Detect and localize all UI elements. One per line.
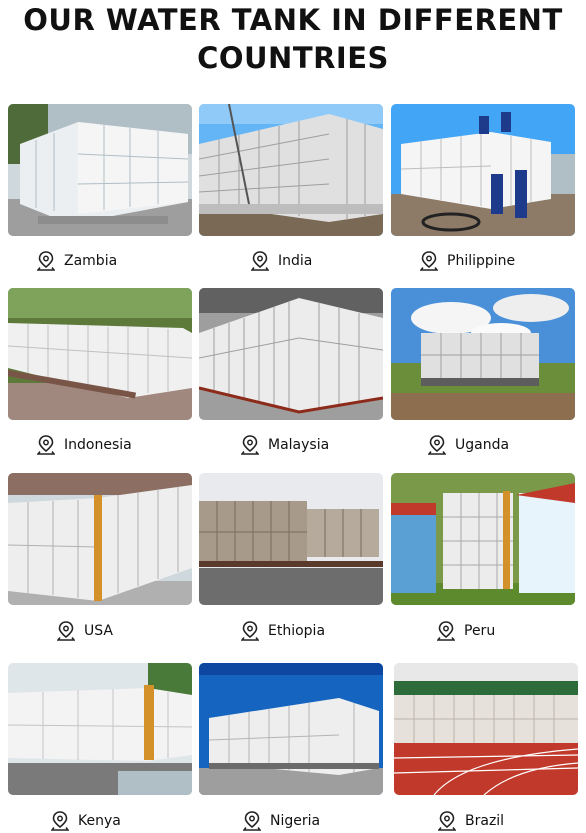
- photo-nigeria: [199, 663, 383, 795]
- location-pin-icon: [437, 621, 455, 641]
- title-line-2: COUNTRIES: [197, 41, 389, 75]
- country-name: Philippine: [447, 253, 516, 269]
- photo-india: [199, 104, 383, 236]
- caption-nigeria: Nigeria: [243, 810, 320, 832]
- location-pin-icon: [241, 621, 259, 641]
- location-pin-icon: [37, 435, 55, 455]
- photo-indonesia: [8, 288, 192, 420]
- photo-usa: [8, 473, 192, 605]
- country-name: Brazil: [465, 813, 505, 829]
- photo-kenya: [8, 663, 192, 795]
- photo-zambia: [8, 104, 192, 236]
- caption-usa: USA: [57, 620, 113, 642]
- caption-ethiopia: Ethiopia: [241, 620, 325, 642]
- caption-malaysia: Malaysia: [241, 434, 329, 456]
- location-pin-icon: [428, 435, 446, 455]
- country-name: USA: [84, 623, 113, 639]
- country-name: Kenya: [78, 813, 121, 829]
- caption-philippine: Philippine: [420, 250, 515, 272]
- caption-zambia: Zambia: [37, 250, 117, 272]
- location-pin-icon: [241, 435, 259, 455]
- caption-kenya: Kenya: [51, 810, 121, 832]
- country-name: Nigeria: [270, 813, 321, 829]
- caption-brazil: Brazil: [438, 810, 504, 832]
- country-name: Indonesia: [64, 437, 132, 453]
- location-pin-icon: [243, 811, 261, 831]
- location-pin-icon: [51, 811, 69, 831]
- title-line-1: OUR WATER TANK IN DIFFERENT: [23, 3, 563, 37]
- location-pin-icon: [251, 251, 269, 271]
- photo-ethiopia: [199, 473, 383, 605]
- photo-brazil: [394, 663, 578, 795]
- photo-philippine: [391, 104, 575, 236]
- location-pin-icon: [420, 251, 438, 271]
- location-pin-icon: [37, 251, 55, 271]
- caption-india: India: [251, 250, 312, 272]
- country-name: Ethiopia: [268, 623, 326, 639]
- country-name: Malaysia: [268, 437, 330, 453]
- photo-peru: [391, 473, 575, 605]
- location-pin-icon: [57, 621, 75, 641]
- country-name: India: [278, 253, 313, 269]
- country-name: Uganda: [455, 437, 510, 453]
- photo-uganda: [391, 288, 575, 420]
- caption-indonesia: Indonesia: [37, 434, 132, 456]
- location-pin-icon: [438, 811, 456, 831]
- caption-uganda: Uganda: [428, 434, 509, 456]
- country-name: Zambia: [64, 253, 118, 269]
- caption-peru: Peru: [437, 620, 495, 642]
- photo-malaysia: [199, 288, 383, 420]
- country-name: Peru: [464, 623, 496, 639]
